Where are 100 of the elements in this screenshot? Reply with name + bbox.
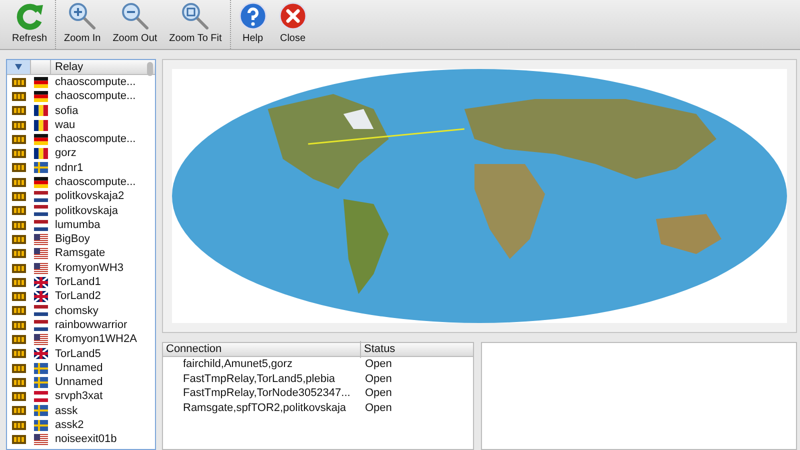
flag-icon: [34, 420, 48, 431]
bandwidth-icon: [12, 134, 26, 144]
relay-row[interactable]: srvph3xat: [7, 390, 155, 404]
relay-row[interactable]: rainbowwarrior: [7, 318, 155, 332]
relay-row[interactable]: gorz: [7, 146, 155, 161]
toolbar-button[interactable]: Zoom In: [60, 0, 105, 45]
column-header[interactable]: Status: [361, 341, 396, 358]
flag-icon: [34, 176, 48, 188]
close-icon: [278, 2, 307, 30]
relay-row[interactable]: Unnamed: [7, 360, 155, 376]
flag-icon: [34, 134, 48, 145]
flag-icon: [34, 405, 48, 416]
relay-row[interactable]: KromyonWH3: [7, 260, 155, 276]
relay-name: wau: [54, 118, 76, 133]
toolbar-button[interactable]: Zoom To Fit: [165, 0, 226, 45]
relay-row[interactable]: chomsky: [7, 304, 155, 318]
bandwidth-icon: [12, 206, 26, 216]
relay-name: gorz: [54, 146, 76, 162]
bandwidth-icon: [12, 406, 26, 416]
relay-row[interactable]: TorLand2: [7, 289, 155, 304]
relay-name: politkovskaja: [54, 204, 118, 219]
flag-icon: [34, 434, 48, 446]
bandwidth-icon: [12, 163, 26, 172]
relay-name: Unnamed: [54, 360, 103, 376]
relay-row[interactable]: chaoscompute...: [7, 75, 155, 90]
relay-row[interactable]: wau: [7, 118, 155, 132]
bandwidth-icon: [12, 106, 26, 116]
relay-name: Ramsgate: [54, 246, 106, 262]
bandwidth-icon: [12, 192, 26, 202]
relay-row[interactable]: ndnr1: [7, 160, 155, 176]
flag-icon: [34, 334, 48, 345]
connection-cell-text: Ramsgate,spfTOR2,politkovskaja: [182, 400, 348, 416]
bandwidth-icon: [12, 378, 26, 387]
relay-row[interactable]: chaoscompute...: [7, 132, 155, 146]
bandwidth-icon: [12, 92, 26, 101]
relay-name: chaoscompute...: [54, 74, 136, 90]
bandwidth-icon: [12, 364, 26, 373]
bandwidth-icon: [12, 334, 26, 344]
relay-name: BigBoy: [54, 232, 90, 248]
relay-row[interactable]: sofia: [7, 104, 155, 118]
relay-row[interactable]: politkovskaja: [7, 204, 155, 218]
relay-row[interactable]: Kromyon1WH2A: [7, 332, 155, 347]
relay-row[interactable]: BigBoy: [7, 232, 155, 247]
bandwidth-icon: [12, 278, 26, 287]
flag-icon: [34, 234, 48, 245]
relay-row[interactable]: TorLand5: [7, 346, 155, 361]
relay-name: KromyonWH3: [54, 260, 124, 276]
relay-row[interactable]: assk2: [7, 418, 155, 432]
zoom-in-icon: [68, 2, 96, 30]
relay-row[interactable]: chaoscompute...: [7, 89, 155, 104]
status-cell-text: Open: [364, 400, 392, 416]
bandwidth-icon: [12, 220, 26, 230]
flag-icon: [34, 276, 48, 288]
relay-row[interactable]: Unnamed: [7, 375, 155, 390]
toolbar-button[interactable]: Refresh: [8, 0, 52, 45]
bandwidth-icon: [12, 292, 26, 302]
relay-name: TorLand2: [54, 289, 101, 304]
relay-row[interactable]: assk: [7, 404, 155, 418]
flag-icon: [34, 120, 48, 131]
relay-row[interactable]: noiseexit01b: [7, 432, 155, 447]
flag-icon: [34, 90, 48, 102]
relay-row[interactable]: chaoscompute...: [7, 175, 155, 190]
sort-descending-icon[interactable]: [15, 64, 22, 70]
relay-name: srvph3xat: [54, 389, 103, 404]
status-cell-text: Open: [364, 357, 392, 372]
bandwidth-icon: [12, 249, 26, 258]
relay-name: ndnr1: [54, 160, 84, 176]
flag-icon: [34, 76, 48, 88]
bandwidth-icon: [12, 320, 26, 330]
bandwidth-icon: [12, 120, 26, 130]
flag-icon: [34, 348, 48, 360]
relay-name: chomsky: [54, 304, 98, 319]
connection-cell-text: FastTmpRelay,TorLand5,plebia: [182, 372, 336, 386]
relay-name: TorLand5: [54, 346, 101, 362]
zoom-out-icon: [120, 2, 149, 30]
flag-icon: [34, 262, 48, 274]
bandwidth-icon: [12, 420, 26, 430]
relay-name: chaoscompute...: [54, 89, 136, 104]
bandwidth-icon: [12, 264, 26, 272]
toolbar-button[interactable]: Help: [234, 0, 271, 45]
relay-name: assk2: [54, 418, 84, 434]
column-header[interactable]: Connection: [163, 341, 361, 358]
relay-row[interactable]: lumumba: [7, 218, 155, 232]
toolbar-button[interactable]: Close: [274, 0, 311, 45]
flag-icon: [34, 305, 48, 316]
relay-row[interactable]: politkovskaja2: [7, 189, 155, 204]
relay-row[interactable]: TorLand1: [7, 275, 155, 290]
relay-row[interactable]: Ramsgate: [7, 246, 155, 261]
bandwidth-icon: [12, 349, 26, 358]
flag-icon: [34, 105, 48, 116]
bandwidth-icon: [12, 178, 26, 187]
flag-icon: [34, 320, 48, 331]
flag-icon: [34, 376, 48, 388]
status-cell-text: Open: [364, 386, 392, 401]
bandwidth-icon: [12, 78, 26, 87]
scrollbar-thumb[interactable]: [147, 62, 153, 76]
relay-name: Kromyon1WH2A: [54, 332, 137, 348]
relay-name: noiseexit01b: [54, 432, 117, 448]
flag-icon: [34, 191, 48, 202]
toolbar-button[interactable]: Zoom Out: [108, 0, 162, 45]
